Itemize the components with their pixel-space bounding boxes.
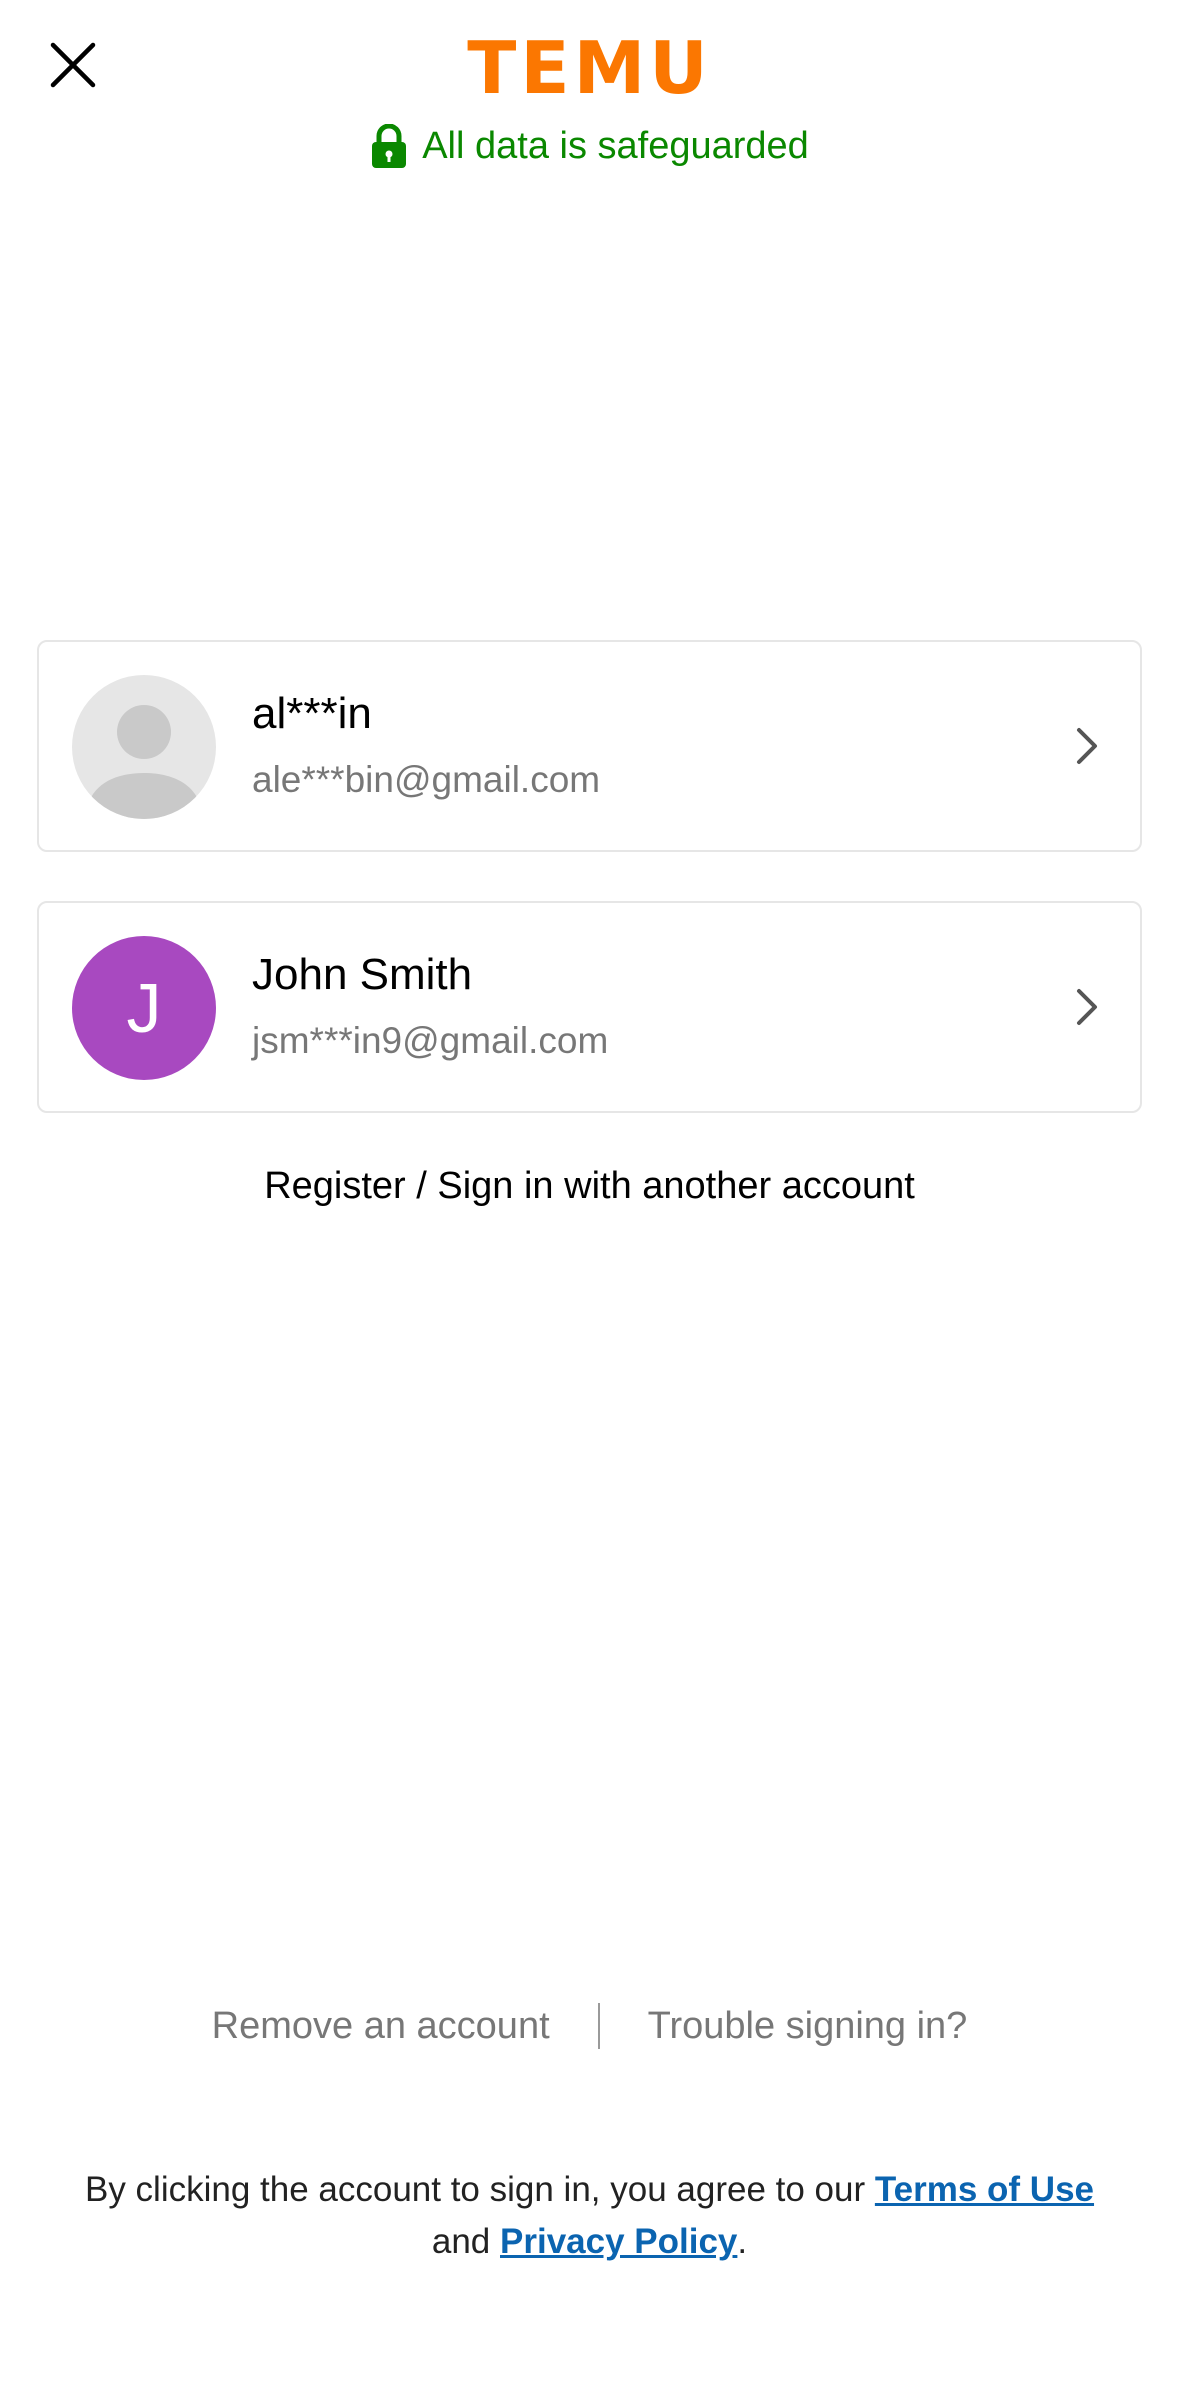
trouble-signing-in-link[interactable]: Trouble signing in? (648, 1998, 968, 2054)
terms-of-use-link[interactable]: Terms of Use (875, 2170, 1094, 2209)
account-name: John Smith (252, 950, 473, 999)
avatar: J (72, 936, 216, 1080)
privacy-policy-link[interactable]: Privacy Policy (500, 2222, 737, 2261)
legal-suffix: . (737, 2222, 748, 2261)
footer-links: Remove an account Trouble signing in? (0, 1998, 1179, 2054)
avatar (72, 675, 216, 819)
legal-and: and (431, 2222, 500, 2261)
account-email: jsm***in9@gmail.com (252, 1020, 609, 1061)
lock-icon (372, 124, 407, 168)
legal-notice: By clicking the account to sign in, you … (60, 2164, 1119, 2268)
default-person-icon (86, 705, 202, 819)
another-account-link[interactable]: Register / Sign in with another account (0, 1158, 1179, 1214)
chevron-right-icon (1077, 728, 1097, 764)
safeguard-text: All data is safeguarded (422, 125, 809, 167)
divider (597, 2003, 600, 2049)
chevron-right-icon (1077, 989, 1097, 1025)
remove-account-link[interactable]: Remove an account (212, 1998, 550, 2054)
temu-logo: TEMU (467, 26, 712, 110)
safeguard-notice: All data is safeguarded (0, 118, 1179, 174)
account-name: al***in (252, 689, 372, 738)
account-card-2[interactable]: J John Smith jsm***in9@gmail.com (37, 901, 1142, 1113)
legal-prefix: By clicking the account to sign in, you … (84, 2170, 875, 2209)
account-card-1[interactable]: al***in ale***bin@gmail.com (37, 640, 1142, 852)
account-email: ale***bin@gmail.com (252, 759, 601, 800)
